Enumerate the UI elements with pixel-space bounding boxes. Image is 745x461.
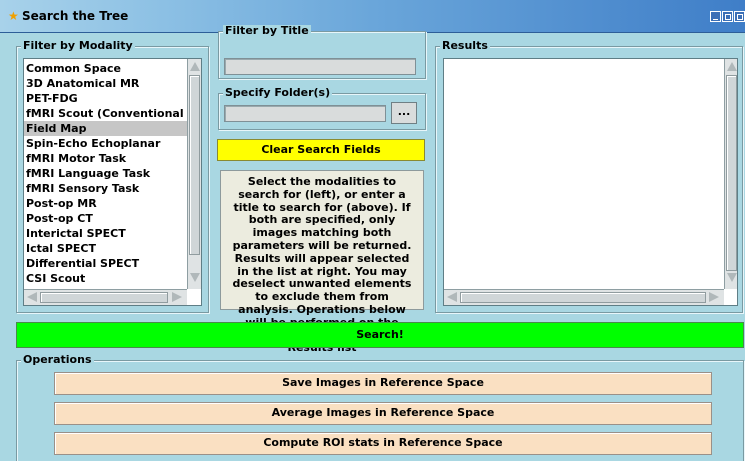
modality-list-item[interactable]: Field Map bbox=[24, 121, 187, 136]
filter-by-title-label: Filter by Title bbox=[223, 24, 311, 37]
average-images-button[interactable]: Average Images in Reference Space bbox=[54, 402, 712, 425]
modality-list-item[interactable]: fMRI Language Task bbox=[24, 166, 187, 181]
modality-list-item[interactable]: PET-FDG bbox=[24, 91, 187, 106]
results-legend: Results bbox=[440, 39, 490, 52]
scroll-up-arrow-icon[interactable] bbox=[190, 62, 200, 71]
modality-list-item[interactable]: Post-op CT bbox=[24, 211, 187, 226]
results-scroll-down-arrow-icon[interactable] bbox=[727, 273, 737, 282]
modality-list-item[interactable]: Differential SPECT bbox=[24, 256, 187, 271]
results-scroll-left-arrow-icon[interactable] bbox=[447, 292, 457, 302]
modality-vertical-scrollbar[interactable] bbox=[187, 59, 201, 289]
results-vertical-scrollbar[interactable] bbox=[724, 59, 737, 289]
specify-folders-group: Specify Folder(s) ... bbox=[218, 87, 426, 130]
save-images-button[interactable]: Save Images in Reference Space bbox=[54, 372, 712, 395]
close-icon[interactable] bbox=[734, 11, 745, 22]
filter-by-modality-legend: Filter by Modality bbox=[21, 39, 135, 52]
modality-list-item[interactable]: Ictal SPECT bbox=[24, 241, 187, 256]
search-button[interactable]: Search! bbox=[16, 322, 744, 348]
modality-list[interactable]: Common Space 3D Anatomical MR PET-FDG fMRI … bbox=[23, 58, 202, 306]
modality-list-item[interactable]: Common Space bbox=[24, 61, 187, 76]
modality-list-item[interactable]: fMRI Sensory Task bbox=[24, 181, 187, 196]
specify-folders-legend: Specify Folder(s) bbox=[223, 86, 333, 99]
modality-horizontal-scrollbar[interactable] bbox=[24, 289, 187, 305]
help-text: Select the modalities to search for (lef… bbox=[220, 170, 424, 354]
modality-horizontal-thumb[interactable] bbox=[40, 292, 168, 303]
operations-legend: Operations bbox=[21, 353, 94, 366]
modality-list-item[interactable]: Spin-Echo Echoplanar bbox=[24, 136, 187, 151]
modality-list-item[interactable]: 3D Anatomical MR bbox=[24, 76, 187, 91]
operations-group: Operations Save Images in Reference Spac… bbox=[16, 354, 744, 461]
scroll-down-arrow-icon[interactable] bbox=[190, 273, 200, 282]
modality-list-item[interactable]: fMRI Motor Task bbox=[24, 151, 187, 166]
modality-list-item[interactable]: fMRI Scout (Conventional 2D) bbox=[24, 106, 187, 121]
modality-list-item[interactable]: Post-op MR bbox=[24, 196, 187, 211]
results-horizontal-thumb[interactable] bbox=[460, 292, 706, 303]
results-horizontal-scrollbar[interactable] bbox=[444, 289, 724, 305]
window-title: Search the Tree bbox=[22, 9, 129, 23]
modality-list-item[interactable]: Interictal SPECT bbox=[24, 226, 187, 241]
results-scroll-up-arrow-icon[interactable] bbox=[727, 62, 737, 71]
title-bar[interactable]: ★ Search the Tree bbox=[0, 0, 745, 33]
star-icon: ★ bbox=[8, 9, 19, 23]
minimize-icon[interactable] bbox=[710, 11, 721, 22]
compute-roi-stats-button[interactable]: Compute ROI stats in Reference Space bbox=[54, 432, 712, 455]
folder-input[interactable] bbox=[224, 105, 386, 122]
scroll-left-arrow-icon[interactable] bbox=[27, 292, 37, 302]
filter-by-modality-group: Filter by Modality Common Space 3D Anatom… bbox=[16, 40, 209, 313]
results-scroll-right-arrow-icon[interactable] bbox=[709, 292, 719, 302]
clear-search-fields-button[interactable]: Clear Search Fields bbox=[217, 139, 425, 161]
title-input[interactable] bbox=[224, 58, 416, 75]
browse-folder-button[interactable]: ... bbox=[391, 102, 417, 124]
results-group: Results bbox=[435, 40, 743, 313]
filter-by-title-group: Filter by Modality Filter by Title bbox=[218, 25, 426, 79]
maximize-icon[interactable] bbox=[722, 11, 733, 22]
results-vertical-thumb[interactable] bbox=[726, 75, 737, 271]
scroll-right-arrow-icon[interactable] bbox=[172, 292, 182, 302]
results-list[interactable] bbox=[443, 58, 738, 306]
modality-vertical-thumb[interactable] bbox=[189, 75, 200, 255]
modality-list-item[interactable]: CSI Scout bbox=[24, 271, 187, 286]
